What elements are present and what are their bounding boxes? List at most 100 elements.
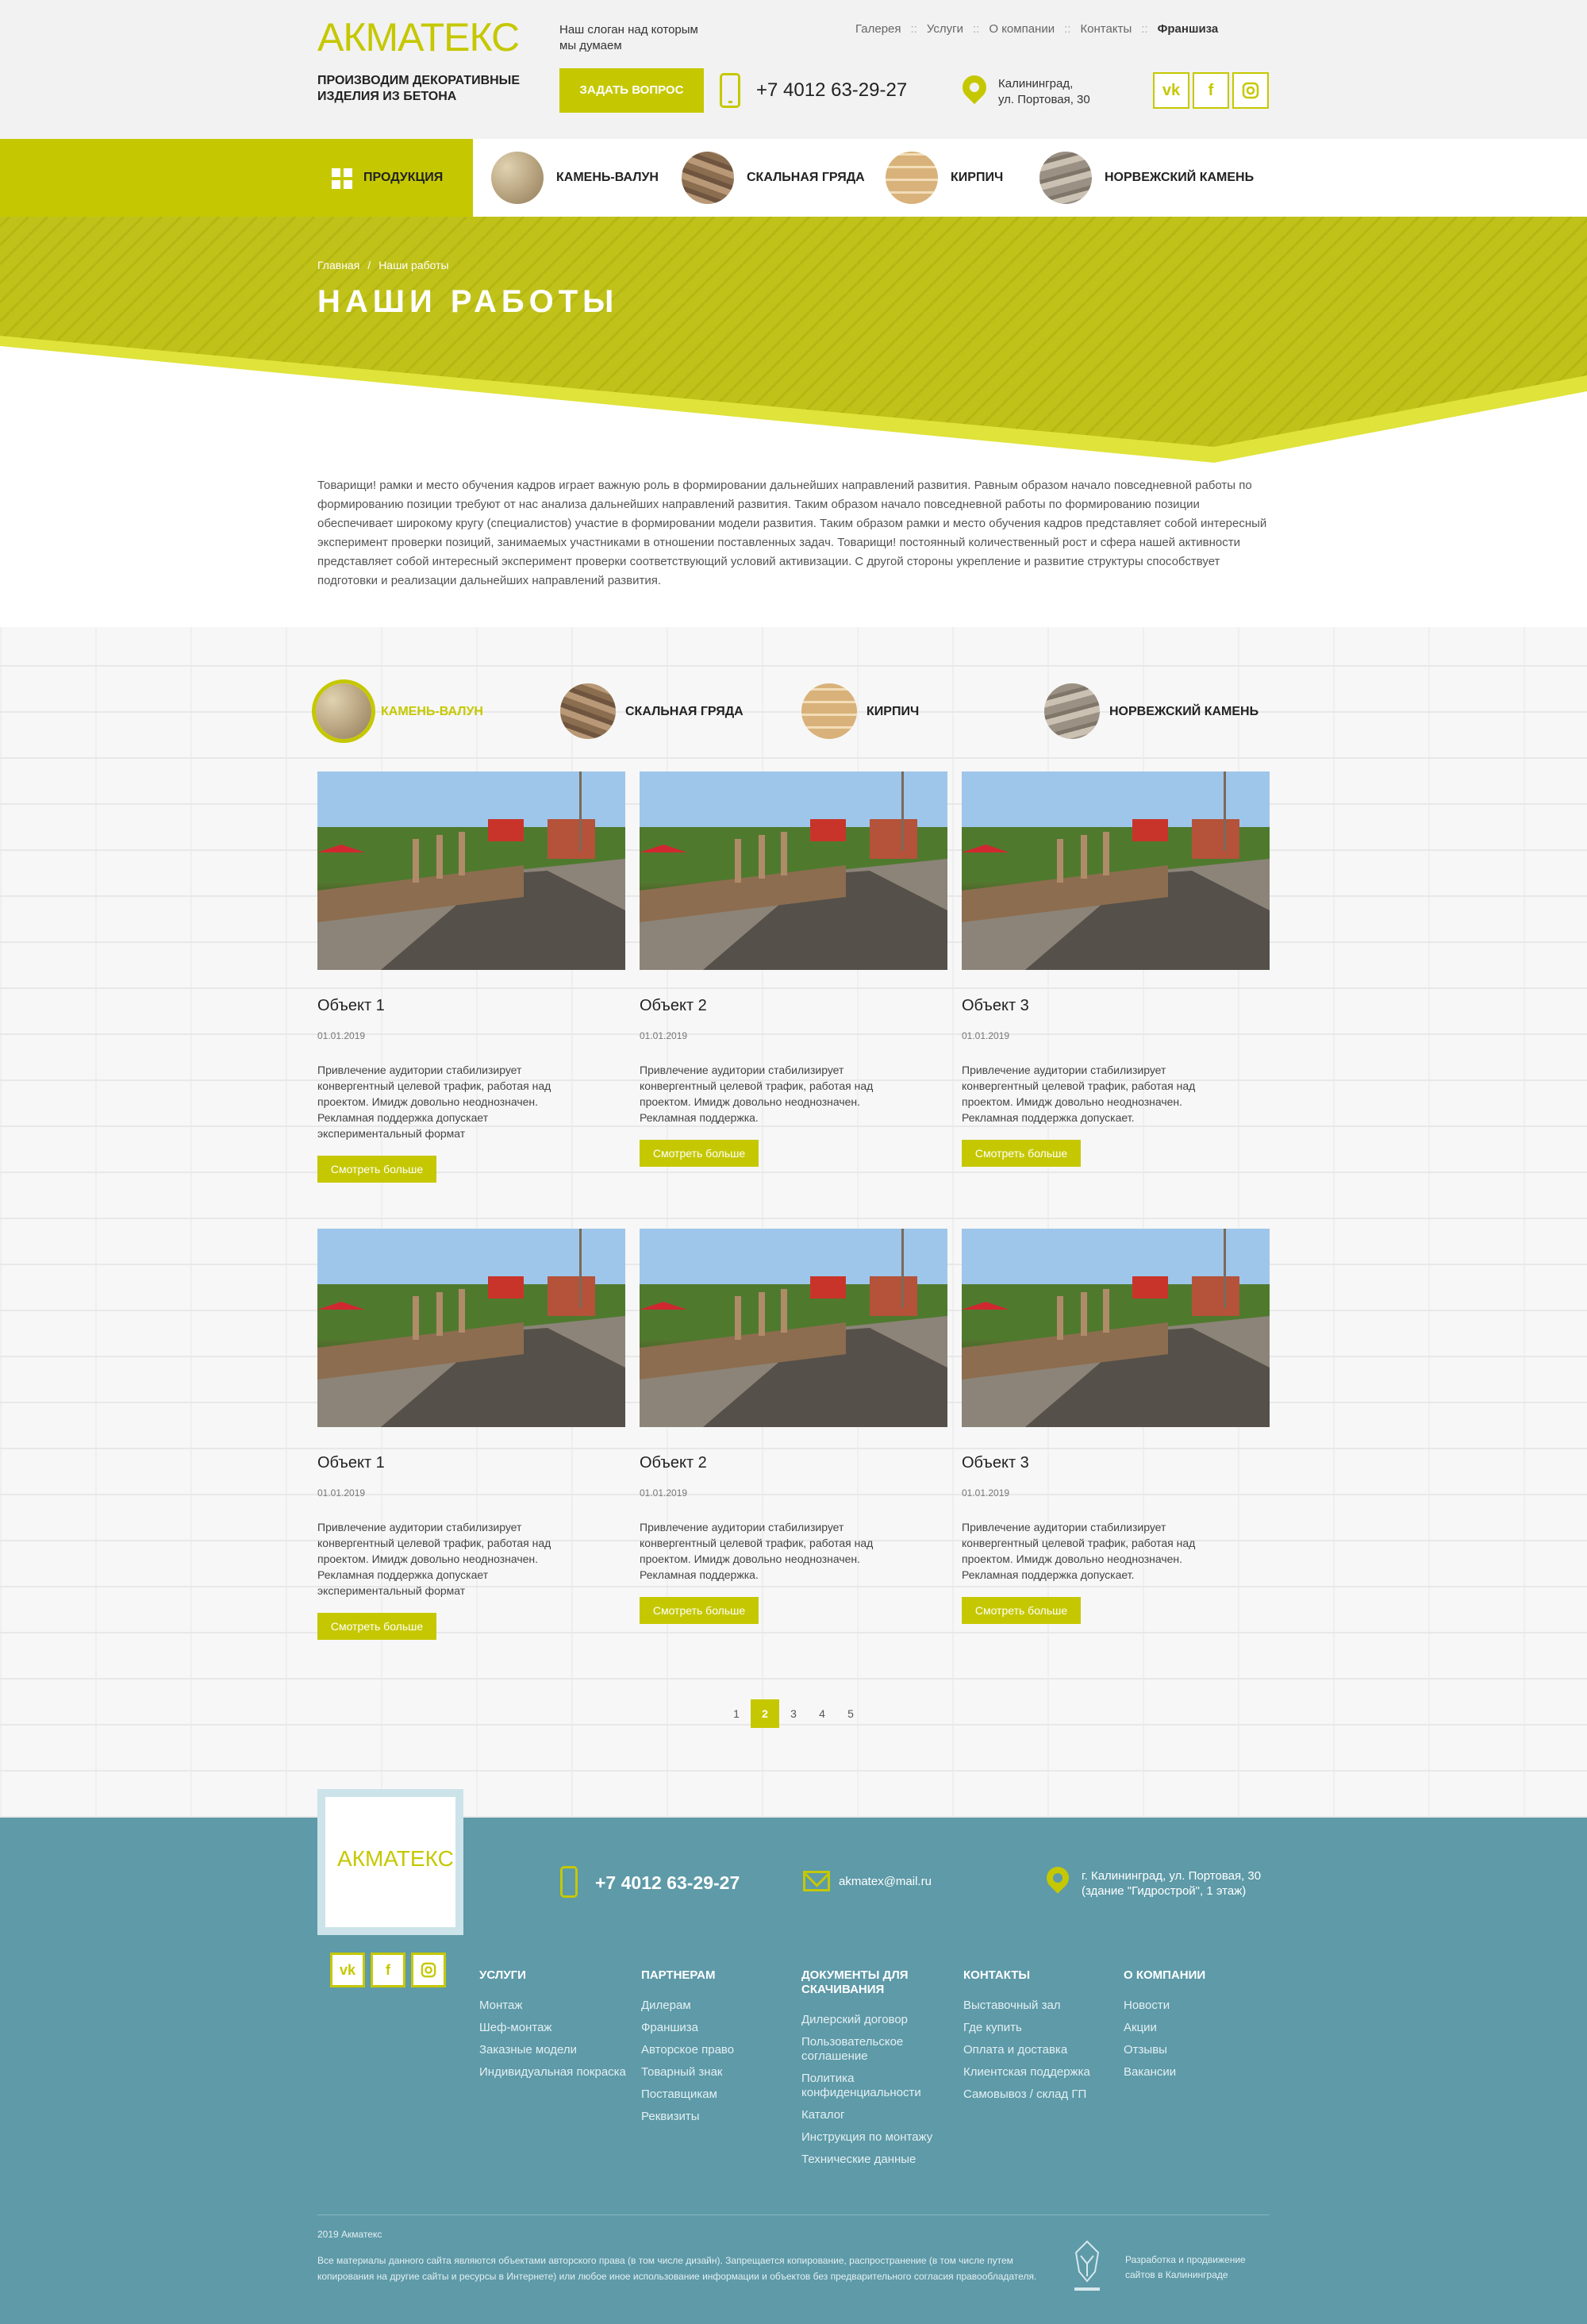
footer-column: ДОКУМЕНТЫ ДЛЯ СКАЧИВАНИЯ Дилерский догово… [801,1968,936,2175]
skalnaya-gryada-thumbnail [682,152,734,204]
copyright: 2019 Акматекс [317,2229,382,2240]
footer-link[interactable]: Новости [1124,1999,1274,2013]
work-photo[interactable] [640,1229,947,1427]
work-photo[interactable] [962,1229,1270,1427]
developer-logo-icon[interactable] [1063,2237,1111,2300]
footer-link[interactable]: Где купить [963,2021,1114,2035]
footer-link[interactable]: Технические данные [801,2153,936,2167]
footer-link[interactable]: Дилерский договор [801,2013,936,2027]
footer-link[interactable]: Реквизиты [641,2110,792,2124]
work-photo[interactable] [962,771,1270,970]
instagram-icon[interactable] [1232,72,1269,109]
footer-phone[interactable]: +7 4012 63-29-27 [595,1872,740,1894]
vk-icon[interactable]: vk [1153,72,1189,109]
footer-link[interactable]: Авторское право [641,2043,792,2057]
kirpich-thumbnail [801,683,857,739]
footer-link[interactable]: Отзывы [1124,2043,1274,2057]
footer-link[interactable]: Инструкция по монтажу [801,2130,936,2145]
products-menu-button[interactable]: ПРОДУКЦИЯ [0,139,473,217]
work-title[interactable]: Объект 2 [640,1454,707,1472]
work-title[interactable]: Объект 1 [317,1454,385,1472]
vk-icon[interactable]: vk [330,1953,365,1987]
legal-notice: Все материалы данного сайта являются объ… [317,2255,1037,2282]
header-phone[interactable]: +7 4012 63-29-27 [756,79,907,102]
work-title[interactable]: Объект 3 [962,1454,1029,1472]
footer-link[interactable]: Вакансии [1124,2065,1274,2080]
footer-link[interactable]: Самовывоз / склад ГП [963,2087,1114,2102]
page-link-2-current[interactable]: 2 [751,1699,779,1728]
intro-text: Товарищи! рамки и место обучения кадров … [317,479,1267,587]
work-photo[interactable] [640,771,947,970]
site-header: АКМАТЕКС Наш слоган над которым мы думае… [0,0,1587,139]
footer-link[interactable]: Монтаж [479,1999,630,2013]
work-title[interactable]: Объект 2 [640,997,707,1015]
site-logo[interactable]: АКМАТЕКС [317,14,520,60]
top-nav-services[interactable]: Услуги [927,22,963,36]
work-photo[interactable] [317,1229,625,1427]
footer-link[interactable]: Акции [1124,2021,1274,2035]
filter-tab-label: КАМЕНЬ-ВАЛУН [381,705,483,718]
footer-link[interactable]: Индивидуальная покраска [479,2065,630,2080]
page-link-5[interactable]: 5 [836,1699,865,1728]
norvezhsky-kamen-thumbnail [1044,683,1100,739]
view-more-button[interactable]: Смотреть больше [962,1140,1081,1167]
work-date: 01.01.2019 [962,1487,1010,1499]
work-photo[interactable] [317,771,625,970]
view-more-button[interactable]: Смотреть больше [962,1597,1081,1624]
top-nav-contacts[interactable]: Контакты [1080,22,1132,36]
work-date: 01.01.2019 [317,1030,366,1041]
footer-address-line: (здание "Гидрострой", 1 этаж) [1082,1884,1247,1898]
view-more-button[interactable]: Смотреть больше [640,1597,759,1624]
product-nav-label: НОРВЕЖСКИЙ КАМЕНЬ [1105,171,1255,184]
developer-credit[interactable]: Разработка и продвижение сайтов в Калини… [1125,2253,1276,2283]
footer-link[interactable]: Пользовательское соглашение [801,2035,936,2064]
footer-link[interactable]: Дилерам [641,1999,792,2013]
work-description: Привлечение аудитории стабилизирует конв… [962,1064,1196,1124]
page-link-1[interactable]: 1 [722,1699,751,1728]
facebook-icon[interactable]: f [1193,72,1229,109]
work-title[interactable]: Объект 1 [317,997,385,1015]
top-nav-gallery[interactable]: Галерея [855,22,901,36]
footer-column-heading: УСЛУГИ [479,1968,526,1982]
footer-link[interactable]: Заказные модели [479,2043,630,2057]
breadcrumb-home[interactable]: Главная [317,259,359,271]
company-tagline: ПРОИЗВОДИМ ДЕКОРАТИВНЫЕ ИЗДЕЛИЯ ИЗ БЕТОН… [317,74,521,103]
work-title[interactable]: Объект 3 [962,997,1029,1015]
footer-column-heading: О КОМПАНИИ [1124,1968,1206,1982]
footer-column-heading: КОНТАКТЫ [963,1968,1031,1982]
instagram-icon[interactable] [411,1953,446,1987]
work-date: 01.01.2019 [962,1030,1010,1041]
top-nav-franchise[interactable]: Франшиза [1158,22,1219,36]
page-link-4[interactable]: 4 [808,1699,836,1728]
footer-link[interactable]: Франшиза [641,2021,792,2035]
top-navigation: Галерея:: Услуги:: О компании:: Контакты:: Ф… [855,22,1218,36]
page-link-3[interactable]: 3 [779,1699,808,1728]
product-nav-label: КАМЕНЬ-ВАЛУН [556,171,659,184]
footer-link[interactable]: Выставочный зал [963,1999,1114,2013]
footer-link[interactable]: Товарный знак [641,2065,792,2080]
page-banner [0,217,1587,463]
footer-link[interactable]: Политика конфиденциальности [801,2072,936,2100]
address-city: Калининград, [998,77,1074,90]
product-nav-label: СКАЛЬНАЯ ГРЯДА [747,171,865,184]
footer-link[interactable]: Оплата и доставка [963,2043,1114,2057]
footer-column-heading: ПАРТНЕРАМ [641,1968,716,1982]
view-more-button[interactable]: Смотреть больше [317,1156,436,1183]
footer-link[interactable]: Поставщикам [641,2087,792,2102]
top-nav-about[interactable]: О компании [989,22,1055,36]
kirpich-thumbnail [886,152,938,204]
site-footer [0,1818,1587,2324]
view-more-button[interactable]: Смотреть больше [640,1140,759,1167]
filter-tab-label: КИРПИЧ [867,705,920,718]
footer-link[interactable]: Каталог [801,2108,936,2122]
footer-email[interactable]: akmatex@mail.ru [839,1875,932,1888]
nav-separator: :: [910,22,917,36]
ask-question-button[interactable]: ЗАДАТЬ ВОПРОС [559,68,704,113]
footer-logo[interactable]: АКМАТЕКС [337,1846,454,1872]
view-more-button[interactable]: Смотреть больше [317,1613,436,1640]
footer-link[interactable]: Клиентская поддержка [963,2065,1114,2080]
work-date: 01.01.2019 [640,1030,688,1041]
footer-link[interactable]: Шеф-монтаж [479,2021,630,2035]
facebook-icon[interactable]: f [371,1953,405,1987]
breadcrumb-separator: / [367,259,371,271]
